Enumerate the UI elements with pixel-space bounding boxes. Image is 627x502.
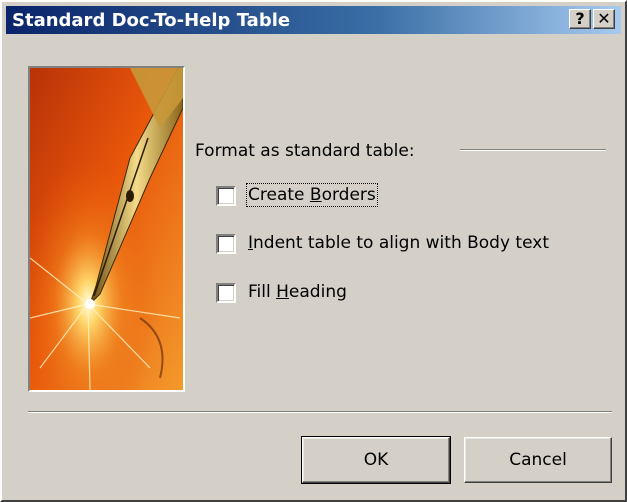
fountain-pen-image xyxy=(28,66,185,392)
label-text: ndent table to align with Body text xyxy=(253,233,549,253)
close-glyph: ✕ xyxy=(597,9,611,28)
checkbox-label: Create Borders xyxy=(246,183,378,207)
label-text: Fill xyxy=(248,282,277,302)
help-icon[interactable]: ? xyxy=(569,9,591,29)
checkbox-label: Indent table to align with Body text xyxy=(248,233,549,253)
label-text: eading xyxy=(288,282,347,302)
close-icon[interactable]: ✕ xyxy=(593,9,615,29)
button-separator xyxy=(28,411,612,413)
accelerator-key: H xyxy=(276,282,289,302)
dialog-window: Standard Doc-To-Help Table ? ✕ Format as… xyxy=(0,0,627,502)
title-bar[interactable]: Standard Doc-To-Help Table ? ✕ xyxy=(6,6,621,34)
checkbox-box[interactable] xyxy=(216,186,236,206)
label-text: orders xyxy=(321,185,376,205)
group-label: Format as standard table: xyxy=(195,141,415,161)
cancel-button[interactable]: Cancel xyxy=(464,437,612,483)
accelerator-key: B xyxy=(309,185,322,205)
group-divider xyxy=(460,149,606,151)
ok-button[interactable]: OK xyxy=(301,436,451,484)
checkbox-label: Fill Heading xyxy=(248,282,347,302)
checkbox-box[interactable] xyxy=(216,234,236,254)
window-title: Standard Doc-To-Help Table xyxy=(12,10,291,31)
label-text: Create xyxy=(248,185,310,205)
help-glyph: ? xyxy=(575,9,585,28)
checkbox-box[interactable] xyxy=(216,283,236,303)
